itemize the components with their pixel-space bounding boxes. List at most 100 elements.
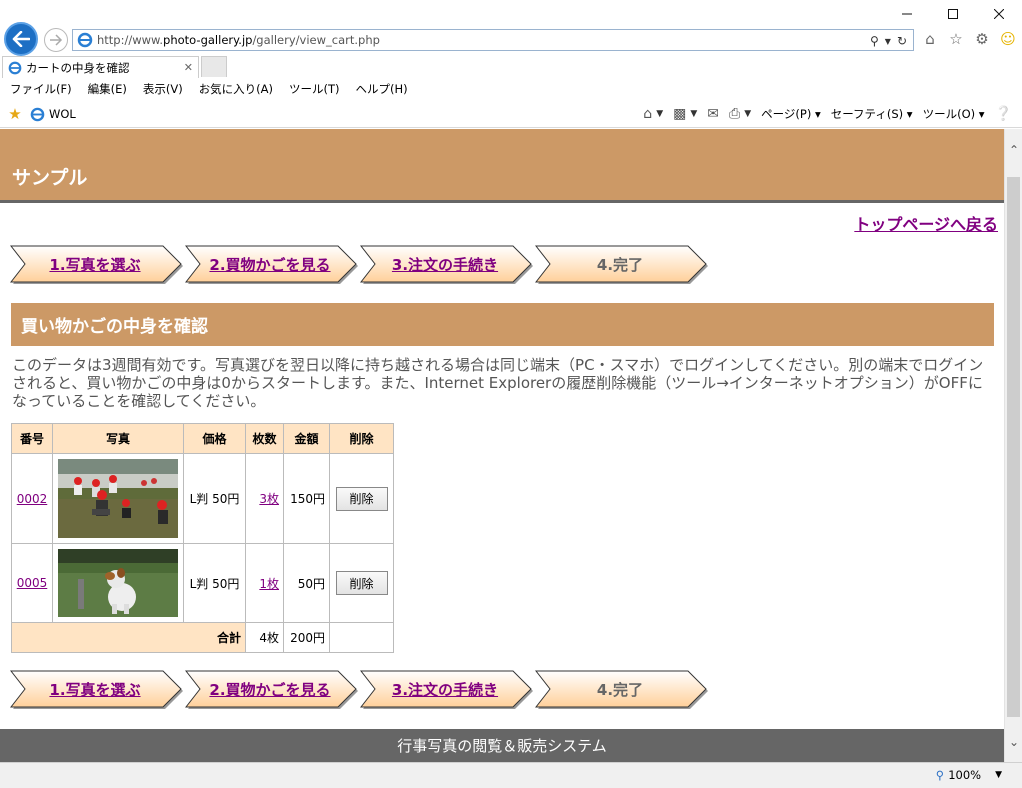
table-row: 0005 L判 50円 1枚 50円 削除 — [11, 543, 394, 623]
add-favorite-star-icon[interactable]: ★ — [6, 105, 24, 123]
help-icon[interactable]: ❔ — [995, 106, 1012, 122]
chevron-down-icon[interactable]: ▼ — [690, 109, 697, 119]
step-4-label: 4.完了 — [596, 680, 644, 699]
favorite-wol-link[interactable]: WOL — [49, 107, 76, 121]
delete-button[interactable]: 削除 — [335, 486, 388, 511]
amount-cell: 50円 — [283, 543, 330, 623]
menu-view[interactable]: 表示(V) — [143, 81, 183, 97]
menu-edit[interactable]: 編集(E) — [88, 81, 127, 97]
dropdown-icon[interactable]: ▼ — [885, 37, 891, 46]
photo-cell — [52, 543, 184, 623]
step-2-label[interactable]: 2.買物かごを見る — [185, 245, 355, 283]
scroll-thumb[interactable] — [1007, 177, 1020, 717]
zoom-control[interactable]: ⚲ 100% ▼ — [936, 768, 1002, 782]
mail-icon[interactable]: ✉ — [707, 106, 719, 122]
photo-number-cell: 0002 — [11, 453, 53, 544]
photo-number-link[interactable]: 0002 — [17, 492, 48, 506]
site-header: サンプル — [0, 129, 1004, 203]
menu-favorites[interactable]: お気に入り(A) — [199, 81, 273, 97]
safety-menu[interactable]: セーフティ(S) ▾ — [831, 106, 913, 122]
tab-close-icon[interactable]: ✕ — [184, 61, 193, 74]
rss-feed-icon[interactable]: ▩ — [673, 106, 686, 122]
delete-cell: 削除 — [329, 543, 394, 623]
header-photo: 写真 — [52, 423, 184, 454]
qty-cell: 3枚 — [245, 453, 284, 544]
total-amount: 200円 — [283, 622, 330, 653]
total-empty-cell — [329, 622, 394, 653]
step-2[interactable]: 2.買物かごを見る — [185, 670, 360, 709]
print-icon[interactable]: ⎙ — [729, 106, 740, 122]
favorites-star-icon[interactable]: ☆ — [946, 29, 966, 49]
steps-bottom: 1.写真を選ぶ 2.買物かごを見る 3.注文の手続き 4.完了 — [10, 670, 710, 709]
header-number: 番号 — [11, 423, 53, 454]
page-viewport: サンプル トップページへ戻る 1.写真を選ぶ 2.買物かごを見る 3.注文の手続… — [0, 129, 1004, 762]
delete-button[interactable]: 削除 — [335, 571, 388, 595]
qty-link[interactable]: 1枚 — [259, 577, 279, 591]
gear-icon[interactable]: ⚙ — [972, 29, 992, 49]
menu-bar: ファイル(F) 編集(E) 表示(V) お気に入り(A) ツール(T) ヘルプ(… — [0, 78, 1022, 100]
minimize-button[interactable] — [884, 0, 930, 28]
arrow-left-icon — [12, 31, 30, 47]
close-window-button[interactable] — [976, 0, 1022, 28]
top-page-link[interactable]: トップページへ戻る — [854, 211, 998, 235]
scroll-up-icon[interactable]: ⌃ — [1005, 141, 1022, 158]
home-icon[interactable]: ⌂ — [920, 29, 940, 49]
step-1-label[interactable]: 1.写真を選ぶ — [10, 670, 180, 708]
scroll-down-icon[interactable]: ⌄ — [1005, 733, 1022, 750]
tab-view-cart[interactable]: カートの中身を確認 ✕ — [2, 56, 199, 78]
step-3[interactable]: 3.注文の手続き — [360, 245, 535, 284]
chevron-down-icon[interactable]: ▼ — [656, 109, 663, 119]
vertical-scrollbar[interactable]: ⌃ ⌄ — [1004, 129, 1022, 762]
page-menu[interactable]: ページ(P) ▾ — [761, 106, 821, 122]
back-button[interactable] — [4, 22, 38, 56]
step-1-label[interactable]: 1.写真を選ぶ — [10, 245, 180, 283]
step-4: 4.完了 — [535, 245, 710, 284]
amount-cell: 150円 — [283, 453, 330, 544]
step-1[interactable]: 1.写真を選ぶ — [10, 670, 185, 709]
step-3-label[interactable]: 3.注文の手続き — [360, 245, 530, 283]
chevron-down-icon[interactable]: ▼ — [744, 109, 751, 119]
zoom-icon: ⚲ — [935, 768, 945, 782]
header-amount: 金額 — [283, 423, 330, 454]
site-title: サンプル — [12, 167, 88, 189]
total-label: 合計 — [11, 622, 246, 653]
step-1[interactable]: 1.写真を選ぶ — [10, 245, 185, 284]
address-bar[interactable]: http://www.photo-gallery.jp/gallery/view… — [72, 29, 914, 51]
step-3-label[interactable]: 3.注文の手続き — [360, 670, 530, 708]
close-icon — [994, 9, 1004, 19]
section-heading: 買い物かごの中身を確認 — [11, 303, 994, 346]
window-controls — [884, 0, 1022, 28]
maximize-button[interactable] — [930, 0, 976, 28]
total-qty: 4枚 — [245, 622, 284, 653]
notice-text: このデータは3週間有効です。写真選びを翌日以降に持ち越される場合は同じ端末（PC… — [12, 356, 984, 410]
smiley-icon[interactable]: ☺ — [998, 29, 1018, 49]
arrow-right-icon — [50, 34, 63, 46]
photo-number-link[interactable]: 0005 — [17, 576, 48, 590]
tools-menu[interactable]: ツール(O) ▾ — [923, 106, 985, 122]
tab-title: カートの中身を確認 — [26, 60, 130, 75]
qty-link[interactable]: 3枚 — [259, 492, 279, 506]
address-tools: ⚲ ▼ ↻ — [870, 32, 907, 50]
maximize-icon — [948, 9, 958, 19]
menu-help[interactable]: ヘルプ(H) — [356, 81, 408, 97]
children-playing-photo[interactable] — [58, 459, 178, 538]
table-row: 0002 L判 50円 3枚 150円 削除 — [11, 453, 394, 544]
home-cmd-icon[interactable]: ⌂ — [643, 106, 652, 122]
browser-chrome: http://www.photo-gallery.jp/gallery/view… — [0, 0, 1022, 128]
menu-tools[interactable]: ツール(T) — [289, 81, 340, 97]
search-icon[interactable]: ⚲ — [870, 34, 879, 48]
chevron-down-icon[interactable]: ▼ — [995, 770, 1002, 780]
step-2[interactable]: 2.買物かごを見る — [185, 245, 360, 284]
delete-cell: 削除 — [329, 453, 394, 544]
site-footer: 行事写真の閲覧＆販売システム — [0, 729, 1004, 762]
dog-photo[interactable] — [58, 549, 178, 617]
minimize-icon — [902, 13, 912, 15]
step-3[interactable]: 3.注文の手続き — [360, 670, 535, 709]
ie-page-icon — [77, 32, 93, 48]
refresh-icon[interactable]: ↻ — [897, 34, 907, 48]
menu-file[interactable]: ファイル(F) — [10, 81, 72, 97]
header-delete: 削除 — [329, 423, 394, 454]
new-tab-button[interactable] — [201, 56, 227, 77]
step-2-label[interactable]: 2.買物かごを見る — [185, 670, 355, 708]
forward-button[interactable] — [44, 28, 68, 52]
